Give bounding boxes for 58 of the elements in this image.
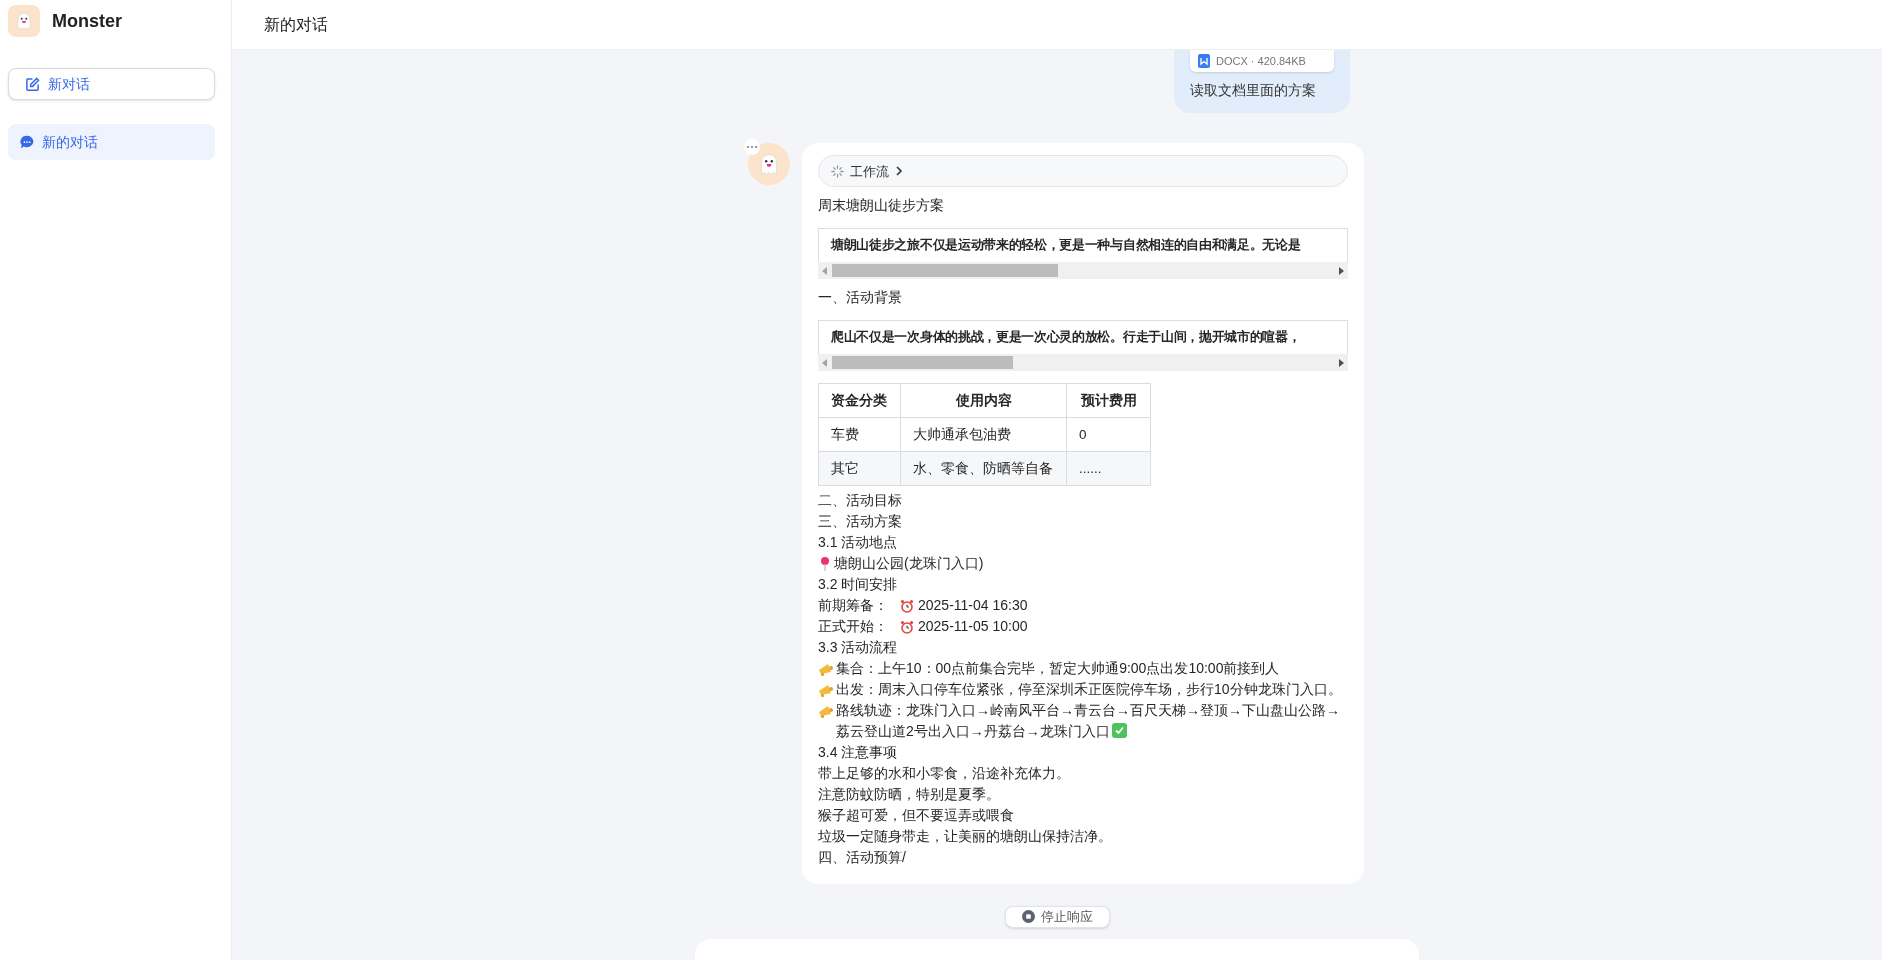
content-line: 垃圾一定随身带走，让美丽的塘朗山保持洁净。 [818,827,1112,846]
horn-icon [818,682,834,697]
document-icon [1198,54,1210,68]
column-header: 资金分类 [818,383,901,418]
workflow-pill[interactable]: 工作流 [818,155,1348,187]
app-name: Monster [52,9,122,33]
new-chat-button[interactable]: 新对话 [8,68,215,100]
content-line: 出发：周末入口停车位紧张，停至深圳禾正医院停车场，步行10分钟龙珠门入口。 [836,680,1342,699]
table-cell: 大帅通承包油费 [900,417,1067,452]
section-heading: 一、活动背景 [818,288,903,307]
content-line: 2025-11-04 16:30 [918,596,1028,615]
content-line: 塘朗山公园(龙珠门入口) [834,554,984,573]
content-line: 3.3 活动流程 [818,638,898,657]
line-label: 正式开始： [818,617,888,636]
content-line: 三、活动方案 [818,512,902,531]
column-header: 预计费用 [1066,383,1151,418]
horn-icon [818,661,834,676]
content-line: 路线轨迹：龙珠门入口→岭南风平台→青云台→百尺天梯→登顶→下山盘山公路→荔云登山道2号出入口→丹荔台→龙珠门入口 [836,701,1341,741]
table-cell: 车费 [818,417,901,452]
table-cell: 水、零食、防晒等自备 [900,451,1067,486]
table-cell: 其它 [818,451,901,486]
chevron-right-icon [895,166,903,176]
scroll-right-icon[interactable] [1338,266,1344,275]
check-box-icon [1111,723,1127,738]
user-message-text: 读取文档里面的方案 [1190,81,1317,100]
content-line: 3.1 活动地点 [818,533,898,552]
alarm-clock-icon [900,598,914,613]
edit-icon [25,76,40,92]
chat-bubble-icon [20,135,34,149]
content-line: 3.2 时间安排 [818,575,898,594]
table-cell: ...... [1066,451,1151,486]
horn-icon [818,703,834,718]
line-label: 前期筹备： [818,596,888,615]
pin-icon [818,555,832,572]
content-line: 注意防蚊防晒，特别是夏季。 [818,785,1000,804]
stop-response-button[interactable]: 停止响应 [1004,906,1110,928]
content-line: 集合：上午10：00点前集合完毕，暂定大帅通9:00点出发10:00前接到人 [836,659,1280,678]
scroll-right-icon[interactable] [1338,358,1344,367]
more-icon [744,139,760,155]
content-line: 带上足够的水和小零食，沿途补充体力。 [818,764,1070,783]
document-title: 周末塘朗山徒步方案 [818,196,945,215]
column-header: 使用内容 [900,383,1067,418]
spinner-icon [831,164,844,178]
table-cell: 0 [1066,417,1151,452]
content-line: 2025-11-05 10:00 [918,617,1028,636]
content-line: 3.4 注意事项 [818,743,898,762]
content-line: 四、活动预算/ [818,848,906,867]
scroll-left-icon[interactable] [822,358,828,367]
chat-title: 新的对话 [264,14,328,35]
file-meta: DOCX · 420.84KB [1216,53,1306,69]
scroll-left-icon[interactable] [822,266,828,275]
horizontal-scrollbar[interactable] [818,262,1348,279]
stop-icon [1021,910,1035,924]
content-line: 二、活动目标 [818,491,902,510]
horizontal-scrollbar[interactable] [818,354,1348,371]
conversation-item[interactable]: 新的对话 [8,124,215,160]
alarm-clock-icon [900,619,914,634]
content-line: 猴子超可爱，但不要逗弄或喂食 [818,806,1014,825]
